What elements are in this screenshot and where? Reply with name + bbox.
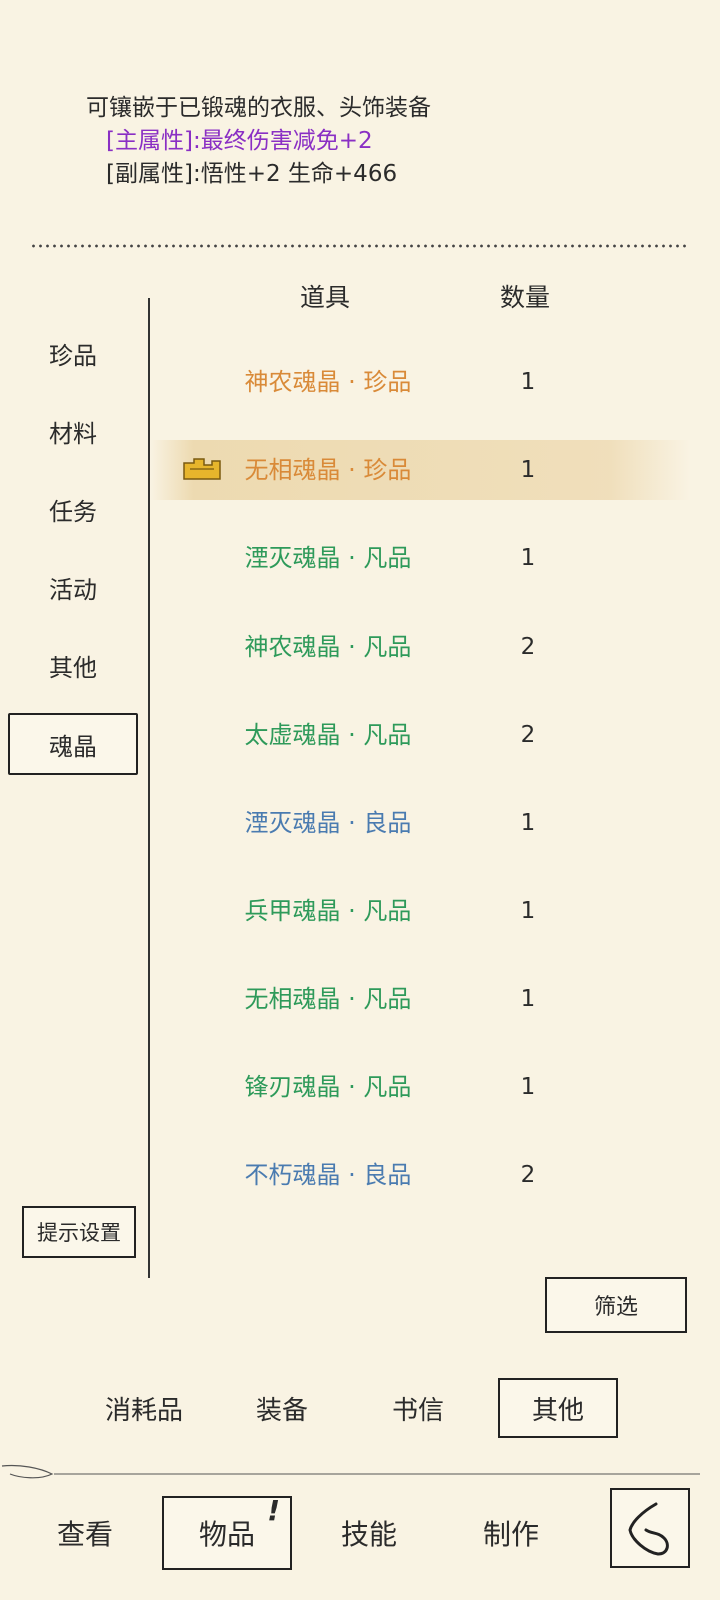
item-quantity: 2 — [520, 1162, 536, 1188]
item-row[interactable]: 神农魂晶 · 凡品 2 — [150, 617, 690, 677]
item-name: 神农魂晶 · 凡品 — [244, 633, 412, 661]
item-row[interactable]: 神农魂晶 · 珍品 1 — [150, 352, 690, 412]
item-row[interactable]: 无相魂晶 · 珍品 1 — [150, 440, 690, 500]
category-cailiao[interactable]: 材料 — [8, 400, 138, 462]
item-row[interactable]: 湮灭魂晶 · 良品 1 — [150, 793, 690, 853]
category-qita[interactable]: 其他 — [8, 634, 138, 696]
item-quantity: 1 — [520, 898, 536, 924]
back-button[interactable] — [610, 1488, 690, 1568]
category-hunjing[interactable]: 魂晶 — [8, 713, 138, 775]
column-header-item: 道具 — [300, 283, 351, 312]
item-quantity: 2 — [520, 722, 536, 748]
nav-craft[interactable]: 制作 — [446, 1496, 576, 1570]
tab-other[interactable]: 其他 — [498, 1378, 618, 1438]
nav-view[interactable]: 查看 — [20, 1496, 150, 1570]
item-name: 无相魂晶 · 珍品 — [244, 456, 412, 484]
item-row[interactable]: 兵甲魂晶 · 凡品 1 — [150, 881, 690, 941]
item-quantity: 1 — [520, 810, 536, 836]
item-row[interactable]: 无相魂晶 · 凡品 1 — [150, 969, 690, 1029]
category-zhenpin[interactable]: 珍品 — [8, 322, 138, 384]
item-quantity: 1 — [520, 457, 536, 483]
back-arrow-icon — [628, 1502, 669, 1556]
item-quantity: 1 — [520, 545, 536, 571]
description-main-attribute: [主属性]:最终伤害减免+2 — [106, 128, 373, 154]
tab-consumables[interactable]: 消耗品 — [84, 1378, 204, 1438]
dotted-divider — [30, 244, 690, 248]
item-name: 无相魂晶 · 凡品 — [244, 985, 412, 1013]
item-row[interactable]: 太虚魂晶 · 凡品 2 — [150, 705, 690, 765]
item-name: 锋刃魂晶 · 凡品 — [244, 1073, 412, 1101]
item-name: 太虚魂晶 · 凡品 — [244, 721, 412, 749]
tab-equipment[interactable]: 装备 — [222, 1378, 342, 1438]
nav-skills[interactable]: 技能 — [304, 1496, 434, 1570]
column-header-quantity: 数量 — [500, 283, 551, 312]
item-name: 湮灭魂晶 · 良品 — [244, 809, 412, 837]
item-quantity: 1 — [520, 1074, 536, 1100]
item-name: 兵甲魂晶 · 凡品 — [244, 897, 412, 925]
item-row[interactable]: 湮灭魂晶 · 凡品 1 — [150, 528, 690, 588]
item-description: 可镶嵌于已锻魂的衣服、头饰装备 [主属性]:最终伤害减免+2 [副属性]:悟性+… — [86, 92, 431, 191]
nav-items[interactable]: 物品 ! — [162, 1494, 292, 1570]
description-line1: 可镶嵌于已锻魂的衣服、头饰装备 — [86, 95, 431, 121]
category-huodong[interactable]: 活动 — [8, 556, 138, 618]
tab-letters[interactable]: 书信 — [358, 1378, 478, 1438]
item-row[interactable]: 锋刃魂晶 · 凡品 1 — [150, 1057, 690, 1117]
item-row[interactable]: 不朽魂晶 · 良品 2 — [150, 1145, 690, 1205]
description-sub-attribute: [副属性]:悟性+2 生命+466 — [106, 161, 398, 187]
hint-settings-button[interactable]: 提示设置 — [22, 1206, 136, 1258]
item-name: 湮灭魂晶 · 凡品 — [244, 544, 412, 572]
filter-button[interactable]: 筛选 — [545, 1277, 687, 1333]
swirl-divider — [1, 1464, 700, 1479]
item-name: 不朽魂晶 · 良品 — [244, 1161, 412, 1189]
category-renwu[interactable]: 任务 — [8, 478, 138, 540]
item-name: 神农魂晶 · 珍品 — [244, 368, 412, 396]
notification-badge-icon: ! — [267, 1494, 280, 1527]
item-quantity: 1 — [520, 369, 536, 395]
item-quantity: 2 — [520, 634, 536, 660]
item-quantity: 1 — [520, 986, 536, 1012]
nav-items-label: 物品 — [198, 1518, 255, 1551]
